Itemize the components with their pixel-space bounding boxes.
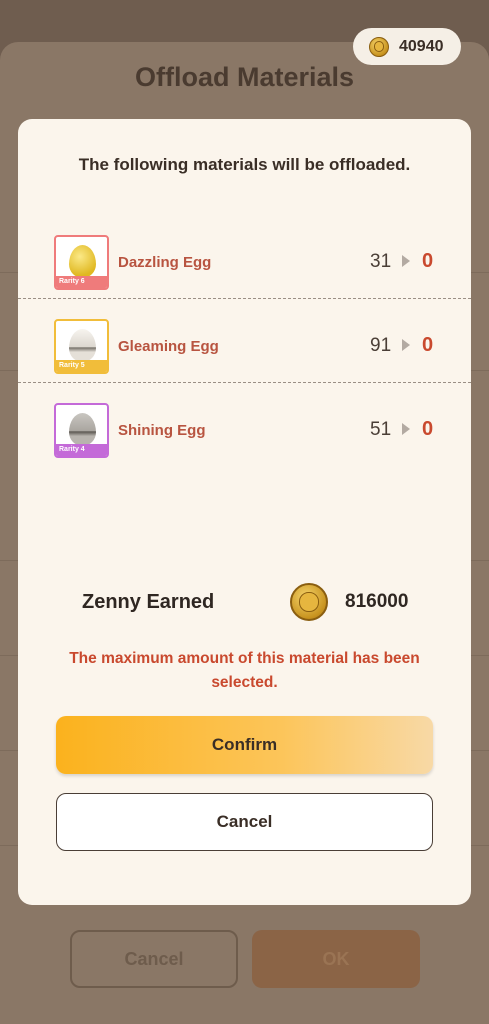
rarity-tag: Rarity 6 [56, 276, 107, 288]
dialog-heading: The following materials will be offloade… [78, 155, 411, 174]
material-thumbnail: Rarity 4 [54, 403, 109, 458]
arrow-right-icon [402, 255, 410, 267]
cancel-button[interactable]: Cancel [56, 793, 433, 851]
zenny-earned-label: Zenny Earned [82, 591, 215, 613]
rarity-tag: Rarity 5 [56, 360, 107, 372]
material-new-count: 0 [422, 418, 434, 440]
background-title: Offload Materials [134, 62, 355, 92]
background-ok-button: OK [252, 930, 420, 988]
egg-icon [69, 413, 96, 446]
material-row: Rarity 6 Dazzling Egg 31 0 [18, 215, 471, 299]
zenny-coin-icon [290, 583, 328, 626]
material-thumbnail: Rarity 5 [54, 319, 109, 374]
confirm-button[interactable]: Confirm [56, 716, 433, 774]
zenny-balance: 40940 [399, 37, 444, 55]
material-name: Dazzling Egg [118, 254, 212, 271]
material-current-count: 91 [370, 335, 392, 356]
max-selected-warning: The maximum amount of this material has … [69, 650, 420, 691]
material-name: Shining Egg [118, 422, 206, 439]
zenny-coin-icon [369, 36, 389, 57]
material-current-count: 31 [370, 251, 392, 272]
material-row: Rarity 4 Shining Egg 51 0 [18, 383, 471, 467]
egg-icon [69, 329, 96, 362]
material-new-count: 0 [422, 250, 434, 272]
egg-icon [69, 245, 96, 278]
offload-dialog: The following materials will be offloade… [18, 119, 471, 905]
arrow-right-icon [402, 423, 410, 435]
zenny-earned-value: 816000 [345, 591, 409, 612]
background-cancel-button: Cancel [70, 930, 238, 988]
material-new-count: 0 [422, 334, 434, 356]
material-current-count: 51 [370, 419, 392, 440]
arrow-right-icon [402, 339, 410, 351]
material-thumbnail: Rarity 6 [54, 235, 109, 290]
zenny-balance-badge: 40940 [353, 28, 461, 65]
material-row: Rarity 5 Gleaming Egg 91 0 [18, 299, 471, 383]
material-name: Gleaming Egg [118, 338, 219, 355]
rarity-tag: Rarity 4 [56, 444, 107, 456]
